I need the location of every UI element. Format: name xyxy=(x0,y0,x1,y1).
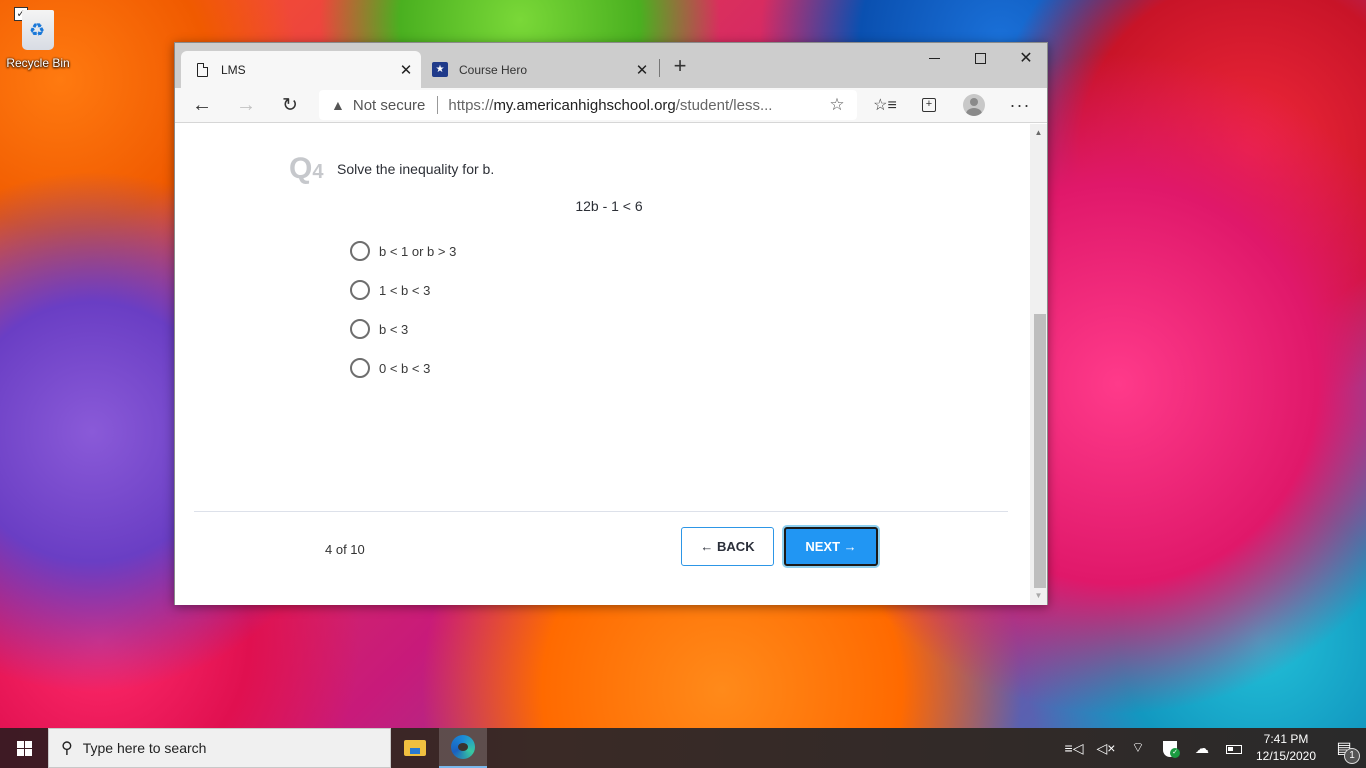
radio-button[interactable] xyxy=(350,358,370,378)
address-bar[interactable]: ▲ Not secure https://my.americanhighscho… xyxy=(319,90,857,120)
scroll-down-arrow-icon[interactable]: ▼ xyxy=(1030,589,1047,603)
back-button[interactable]: ← xyxy=(183,90,221,120)
course-hero-icon: ★ xyxy=(431,62,449,77)
maximize-button[interactable] xyxy=(957,43,1003,73)
close-tab-icon[interactable]: ✕ xyxy=(391,61,421,79)
clock[interactable]: 7:41 PM 12/15/2020 xyxy=(1250,731,1322,765)
option-label[interactable]: 1 < b < 3 xyxy=(379,283,430,298)
security-shield-icon[interactable] xyxy=(1154,739,1186,758)
desktop-icon-recycle-bin[interactable]: ✓ Recycle Bin xyxy=(4,4,72,70)
security-status[interactable]: Not secure xyxy=(353,97,426,114)
recycle-bin-icon xyxy=(22,10,54,50)
reload-button[interactable]: ↻ xyxy=(271,90,309,120)
tab-course-hero[interactable]: ★ Course Hero ✕ xyxy=(423,51,657,88)
more-menu-icon[interactable]: ··· xyxy=(1000,90,1040,120)
search-placeholder: Type here to search xyxy=(82,740,207,756)
vertical-scrollbar[interactable]: ▲ ▼ xyxy=(1030,124,1047,605)
question-text: Solve the inequality for b. xyxy=(337,161,495,177)
avatar xyxy=(963,94,985,116)
answer-option[interactable]: 0 < b < 3 xyxy=(350,357,430,379)
tab-strip: LMS ✕ ★ Course Hero ✕ + ✕ xyxy=(175,43,1047,88)
quiz-page: Q4 Solve the inequality for b. 12b - 1 <… xyxy=(175,124,1031,605)
onedrive-cloud-icon[interactable]: ☁ xyxy=(1186,740,1218,757)
arrow-left-icon: ← xyxy=(700,539,714,554)
forward-button[interactable]: → xyxy=(227,90,265,120)
start-button[interactable] xyxy=(0,728,48,768)
equation: 12b - 1 < 6 xyxy=(575,198,643,214)
warning-icon[interactable]: ▲ xyxy=(331,97,345,113)
next-label: NEXT xyxy=(805,539,841,554)
close-tab-icon[interactable]: ✕ xyxy=(627,61,657,79)
close-window-button[interactable]: ✕ xyxy=(1003,43,1049,73)
option-label[interactable]: b < 3 xyxy=(379,322,408,337)
address-separator xyxy=(437,96,439,114)
taskbar-file-explorer[interactable] xyxy=(391,728,439,768)
search-icon: ⚲ xyxy=(61,740,73,757)
tab-separator xyxy=(659,59,660,77)
question-number: Q4 xyxy=(289,152,324,185)
wifi-icon[interactable]: ⌔ xyxy=(1122,739,1154,757)
file-explorer-icon xyxy=(404,740,426,756)
url-text[interactable]: https://my.americanhighschool.org/studen… xyxy=(448,97,817,114)
taskbar-search-box[interactable]: ⚲ Type here to search xyxy=(48,728,391,768)
action-center-button[interactable]: ▤ 1 xyxy=(1322,738,1366,764)
next-button[interactable]: NEXT → xyxy=(784,527,878,566)
answer-option[interactable]: b < 3 xyxy=(350,318,408,340)
scrollbar-thumb[interactable] xyxy=(1034,314,1046,588)
minimize-icon xyxy=(928,57,940,59)
tab-title: LMS xyxy=(221,62,246,77)
back-label: BACK xyxy=(717,539,755,554)
radio-button[interactable] xyxy=(350,319,370,339)
windows-logo-icon xyxy=(16,740,32,756)
profile-button[interactable] xyxy=(954,90,994,120)
clock-time: 7:41 PM xyxy=(1263,732,1309,746)
taskbar-edge[interactable] xyxy=(439,728,487,768)
arrow-right-icon: → xyxy=(843,539,857,554)
answer-option[interactable]: b < 1 or b > 3 xyxy=(350,240,456,262)
radio-button[interactable] xyxy=(350,280,370,300)
maximize-icon xyxy=(974,52,986,64)
tablet-mode-icon[interactable]: ≡◁ xyxy=(1058,740,1090,757)
favorites-icon[interactable]: ☆≡ xyxy=(865,90,905,120)
collections-icon: + xyxy=(922,98,936,112)
answer-option[interactable]: 1 < b < 3 xyxy=(350,279,430,301)
scroll-up-arrow-icon[interactable]: ▲ xyxy=(1030,126,1047,140)
add-favorite-star-icon[interactable]: ☆ xyxy=(817,95,857,115)
footer-divider xyxy=(194,511,1008,512)
battery-icon[interactable] xyxy=(1218,740,1250,756)
system-tray: ≡◁ ◁× ⌔ ☁ 7:41 PM 12/15/2020 ▤ 1 xyxy=(1058,728,1366,768)
back-button-quiz[interactable]: ← BACK xyxy=(681,527,774,566)
clock-date: 12/15/2020 xyxy=(1255,749,1317,763)
browser-window: LMS ✕ ★ Course Hero ✕ + ✕ ← → ↻ ▲ Not se… xyxy=(174,42,1048,605)
minimize-button[interactable] xyxy=(911,43,957,73)
document-icon xyxy=(193,62,211,77)
tab-title: Course Hero xyxy=(459,62,528,77)
edge-icon xyxy=(451,735,475,759)
new-tab-button[interactable]: + xyxy=(665,53,695,81)
taskbar: ⚲ Type here to search ≡◁ ◁× ⌔ ☁ 7:41 PM … xyxy=(0,728,1366,768)
browser-toolbar: ← → ↻ ▲ Not secure https://my.americanhi… xyxy=(175,88,1047,123)
volume-muted-icon[interactable]: ◁× xyxy=(1090,740,1122,757)
tab-lms[interactable]: LMS ✕ xyxy=(181,51,421,88)
radio-button[interactable] xyxy=(350,241,370,261)
collections-button[interactable]: + xyxy=(909,90,949,120)
desktop-icon-label: Recycle Bin xyxy=(6,56,70,70)
question-progress: 4 of 10 xyxy=(325,542,365,557)
notification-count-badge: 1 xyxy=(1344,748,1360,764)
option-label[interactable]: b < 1 or b > 3 xyxy=(379,244,456,259)
option-label[interactable]: 0 < b < 3 xyxy=(379,361,430,376)
